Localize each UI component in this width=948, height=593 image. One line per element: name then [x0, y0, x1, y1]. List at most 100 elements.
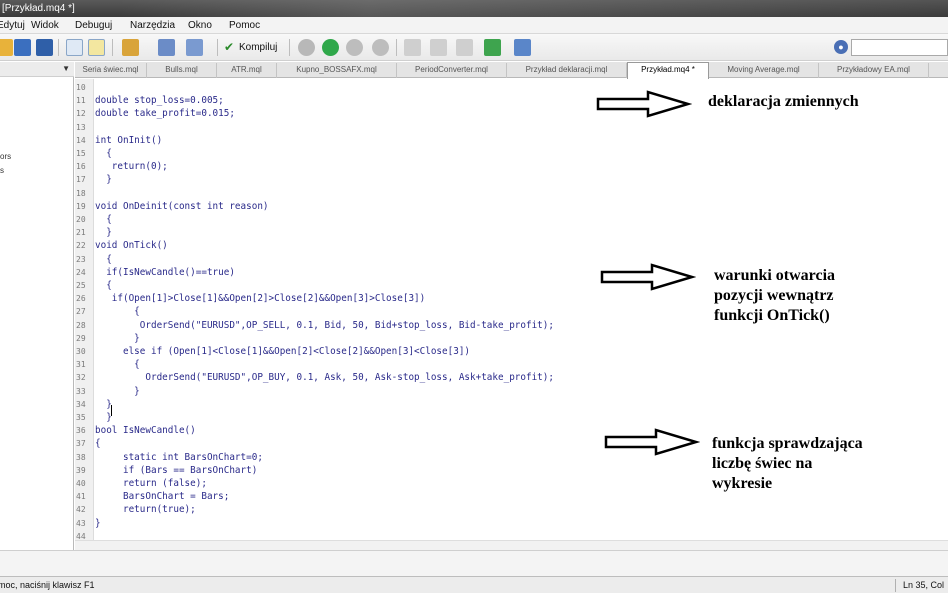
tab-atr[interactable]: ATR.mql — [217, 63, 277, 78]
horizontal-scrollbar[interactable] — [75, 540, 948, 550]
toolbox-toggle-icon[interactable] — [88, 39, 105, 56]
toolbar-separator — [217, 39, 218, 56]
code-line[interactable]: static int BarsOnChart=0; — [95, 452, 263, 463]
annotation-variables: deklaracja zmiennych — [708, 93, 859, 110]
code-line[interactable]: OrderSend("EURUSD",OP_BUY, 0.1, Ask, 50,… — [95, 372, 554, 383]
arrow-right-icon — [596, 90, 692, 118]
step-over-icon[interactable] — [430, 39, 447, 56]
code-line[interactable]: { — [95, 148, 112, 159]
line-number: 19 — [76, 201, 86, 211]
code-line[interactable]: } — [95, 518, 101, 529]
stop-icon[interactable] — [298, 39, 315, 56]
arrow-right-icon — [604, 428, 700, 456]
code-line[interactable]: int OnInit() — [95, 135, 162, 146]
stop-debug-icon[interactable] — [372, 39, 389, 56]
status-cursor-position: Ln 35, Col — [903, 580, 945, 590]
code-line[interactable]: { — [95, 214, 112, 225]
code-line[interactable]: } — [95, 412, 112, 423]
tab-kupno-bossafx[interactable]: Kupno_BOSSAFX.mql — [277, 63, 397, 78]
status-bar: moc, naciśnij klawisz F1 Ln 35, Col — [0, 576, 948, 593]
navigator-item[interactable]: s — [0, 166, 4, 175]
code-line[interactable]: { — [95, 306, 140, 317]
code-line[interactable]: return (false); — [95, 478, 207, 489]
code-line[interactable]: { — [95, 254, 112, 265]
insert-icon[interactable] — [158, 39, 175, 56]
step-out-icon[interactable] — [456, 39, 473, 56]
styler-icon[interactable] — [122, 39, 139, 56]
line-number: 35 — [76, 413, 86, 422]
code-line[interactable]: void OnTick() — [95, 240, 168, 251]
code-line[interactable]: { — [95, 280, 112, 291]
code-line[interactable]: } — [95, 174, 112, 185]
line-number: 11 — [76, 96, 86, 106]
code-line[interactable]: OrderSend("EURUSD",OP_SELL, 0.1, Bid, 50… — [95, 320, 554, 331]
line-number: 37 — [76, 439, 86, 449]
pause-icon[interactable] — [346, 39, 363, 56]
line-number: 36 — [76, 426, 86, 436]
tab-bulls[interactable]: Bulls.mql — [147, 63, 217, 78]
menu-bar: Edytuj Widok Debuguj Narzędzia Okno Pomo… — [0, 17, 948, 34]
tab-seria-swiec[interactable]: Seria świec.mql — [75, 63, 147, 78]
menu-view[interactable]: Widok — [31, 17, 59, 34]
code-line[interactable]: { — [95, 359, 140, 370]
code-line[interactable]: } — [95, 386, 140, 397]
tab-przykladowy-ea[interactable]: Przykładowy EA.mql — [819, 63, 929, 78]
step-into-icon[interactable] — [404, 39, 421, 56]
panel-menu-arrow-icon[interactable]: ▼ — [62, 64, 70, 73]
tab-przyklad-active[interactable]: Przykład.mq4 * — [627, 62, 709, 79]
menu-tools[interactable]: Narzędzia — [130, 17, 175, 34]
code-line[interactable]: } — [95, 399, 112, 410]
save-icon[interactable] — [14, 39, 31, 56]
code-line[interactable]: return(true); — [95, 504, 196, 515]
code-line[interactable]: } — [95, 227, 112, 238]
code-line[interactable]: if(Open[1]>Close[1]&&Open[2]>Close[2]&&O… — [95, 293, 425, 304]
code-line[interactable]: else if (Open[1]<Close[1]&&Open[2]<Close… — [95, 346, 470, 357]
tab-przyklad-deklaracji[interactable]: Przykład deklaracji.mql — [507, 63, 627, 78]
code-line[interactable]: return(0); — [95, 161, 168, 172]
search-icon[interactable]: ● — [834, 40, 848, 54]
open-folder-icon[interactable] — [0, 39, 13, 56]
line-number: 24 — [76, 267, 86, 277]
tab-moving-average[interactable]: Moving Average.mql — [709, 63, 819, 78]
line-number: 14 — [76, 135, 86, 145]
code-line[interactable]: void OnDeinit(const int reason) — [95, 201, 269, 212]
line-number: 10 — [76, 83, 86, 92]
line-number: 17 — [76, 175, 86, 185]
code-line[interactable]: double take_profit=0.015; — [95, 108, 235, 119]
navigator-toggle-icon[interactable] — [66, 39, 83, 56]
menu-debug[interactable]: Debuguj — [75, 17, 112, 34]
function-icon[interactable] — [186, 39, 203, 56]
bottom-panel — [0, 550, 948, 576]
status-help-text: moc, naciśnij klawisz F1 — [0, 580, 95, 590]
line-number: 30 — [76, 347, 86, 356]
menu-edit[interactable]: Edytuj — [0, 17, 25, 34]
line-number: 13 — [76, 122, 86, 132]
tab-period-converter[interactable]: PeriodConverter.mql — [397, 63, 507, 78]
navigator-item[interactable]: ors — [0, 152, 11, 161]
code-line[interactable]: double stop_loss=0.005; — [95, 95, 224, 106]
menu-window[interactable]: Okno — [188, 17, 212, 34]
line-number: 12 — [76, 109, 86, 119]
code-line[interactable]: if (Bars == BarsOnChart) — [95, 465, 257, 476]
start-icon[interactable] — [322, 39, 339, 56]
terminal-icon[interactable] — [514, 39, 531, 56]
code-line[interactable]: if(IsNewCandle()==true) — [95, 267, 235, 278]
code-line[interactable]: BarsOnChart = Bars; — [95, 491, 229, 502]
code-line[interactable]: bool IsNewCandle() — [95, 425, 196, 436]
run-to-cursor-icon[interactable] — [484, 39, 501, 56]
arrow-right-icon — [600, 263, 696, 291]
line-number: 28 — [76, 320, 86, 330]
line-number: 25 — [76, 281, 86, 290]
code-line[interactable]: { — [95, 438, 101, 449]
compile-button[interactable]: ✔ Kompiluj — [224, 39, 277, 56]
search-input[interactable] — [851, 39, 948, 56]
save-all-icon[interactable] — [36, 39, 53, 56]
line-number: 27 — [76, 307, 86, 317]
title-bar: [Przykład.mq4 *] — [0, 0, 948, 17]
line-number: 33 — [76, 386, 86, 396]
text-cursor — [111, 405, 112, 416]
toolbar-separator — [289, 39, 290, 56]
menu-help[interactable]: Pomoc — [229, 17, 260, 34]
editor-tabs: Seria świec.mql Bulls.mql ATR.mql Kupno_… — [75, 62, 948, 79]
code-line[interactable]: } — [95, 333, 140, 344]
